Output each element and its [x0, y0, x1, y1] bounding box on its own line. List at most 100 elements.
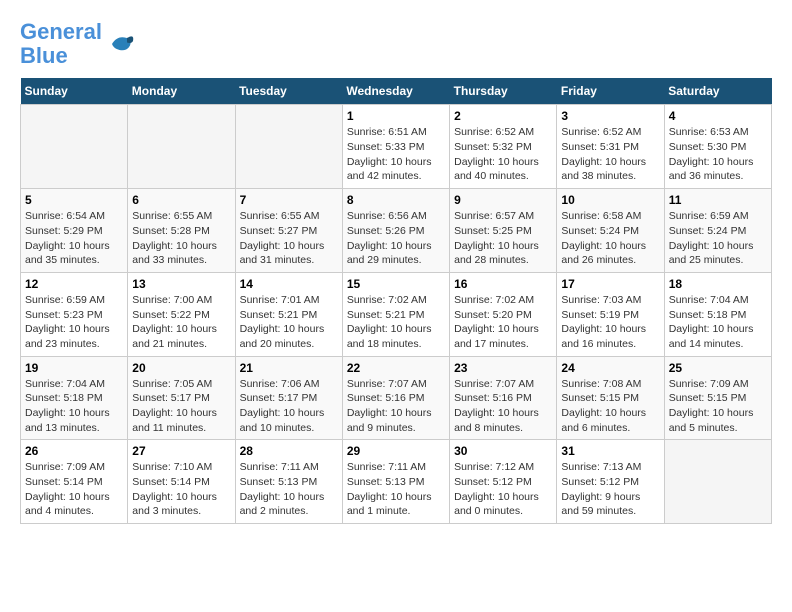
calendar-cell: 13 Sunrise: 7:00 AM Sunset: 5:22 PM Dayli…: [128, 272, 235, 356]
calendar-cell: 9 Sunrise: 6:57 AM Sunset: 5:25 PM Daylig…: [450, 189, 557, 273]
day-info: Sunrise: 6:52 AM Sunset: 5:32 PM Dayligh…: [454, 125, 552, 184]
calendar-cell: 30 Sunrise: 7:12 AM Sunset: 5:12 PM Dayli…: [450, 440, 557, 524]
day-info: Sunrise: 7:13 AM Sunset: 5:12 PM Dayligh…: [561, 460, 659, 519]
logo-general: General: [20, 19, 102, 44]
week-row-4: 19 Sunrise: 7:04 AM Sunset: 5:18 PM Dayli…: [21, 356, 772, 440]
calendar-cell: 18 Sunrise: 7:04 AM Sunset: 5:18 PM Dayli…: [664, 272, 771, 356]
calendar-cell: 2 Sunrise: 6:52 AM Sunset: 5:32 PM Daylig…: [450, 105, 557, 189]
day-info: Sunrise: 6:58 AM Sunset: 5:24 PM Dayligh…: [561, 209, 659, 268]
day-number: 8: [347, 193, 445, 207]
day-number: 25: [669, 361, 767, 375]
calendar-cell: 7 Sunrise: 6:55 AM Sunset: 5:27 PM Daylig…: [235, 189, 342, 273]
page: General Blue SundayMondayTuesdayWednesda…: [0, 0, 792, 534]
day-info: Sunrise: 6:51 AM Sunset: 5:33 PM Dayligh…: [347, 125, 445, 184]
day-info: Sunrise: 6:55 AM Sunset: 5:28 PM Dayligh…: [132, 209, 230, 268]
calendar-cell: 8Sunrise: 6:56 AM Sunset: 5:26 PM Daylig…: [342, 189, 449, 273]
calendar-cell: 15Sunrise: 7:02 AM Sunset: 5:21 PM Dayli…: [342, 272, 449, 356]
col-header-tuesday: Tuesday: [235, 78, 342, 105]
day-number: 17: [561, 277, 659, 291]
col-header-monday: Monday: [128, 78, 235, 105]
day-info: Sunrise: 6:52 AM Sunset: 5:31 PM Dayligh…: [561, 125, 659, 184]
calendar-cell: 11 Sunrise: 6:59 AM Sunset: 5:24 PM Dayli…: [664, 189, 771, 273]
day-number: 7: [240, 193, 338, 207]
day-info: Sunrise: 7:01 AM Sunset: 5:21 PM Dayligh…: [240, 293, 338, 352]
day-info: Sunrise: 7:11 AM Sunset: 5:13 PM Dayligh…: [347, 460, 445, 519]
week-row-2: 5Sunrise: 6:54 AM Sunset: 5:29 PM Daylig…: [21, 189, 772, 273]
day-info: Sunrise: 7:10 AM Sunset: 5:14 PM Dayligh…: [132, 460, 230, 519]
day-number: 6: [132, 193, 230, 207]
day-info: Sunrise: 7:11 AM Sunset: 5:13 PM Dayligh…: [240, 460, 338, 519]
week-row-5: 26 Sunrise: 7:09 AM Sunset: 5:14 PM Dayli…: [21, 440, 772, 524]
calendar-cell: 27 Sunrise: 7:10 AM Sunset: 5:14 PM Dayli…: [128, 440, 235, 524]
calendar-cell: 24Sunrise: 7:08 AM Sunset: 5:15 PM Dayli…: [557, 356, 664, 440]
day-number: 9: [454, 193, 552, 207]
header: General Blue: [20, 20, 772, 68]
day-number: 19: [25, 361, 123, 375]
day-info: Sunrise: 7:07 AM Sunset: 5:16 PM Dayligh…: [347, 377, 445, 436]
calendar-cell: 29 Sunrise: 7:11 AM Sunset: 5:13 PM Dayli…: [342, 440, 449, 524]
calendar-cell: [21, 105, 128, 189]
day-number: 26: [25, 444, 123, 458]
calendar-cell: 25 Sunrise: 7:09 AM Sunset: 5:15 PM Dayli…: [664, 356, 771, 440]
day-info: Sunrise: 7:12 AM Sunset: 5:12 PM Dayligh…: [454, 460, 552, 519]
day-info: Sunrise: 6:59 AM Sunset: 5:24 PM Dayligh…: [669, 209, 767, 268]
calendar-cell: 22Sunrise: 7:07 AM Sunset: 5:16 PM Dayli…: [342, 356, 449, 440]
day-number: 2: [454, 109, 552, 123]
col-header-saturday: Saturday: [664, 78, 771, 105]
calendar-cell: 3 Sunrise: 6:52 AM Sunset: 5:31 PM Daylig…: [557, 105, 664, 189]
col-header-friday: Friday: [557, 78, 664, 105]
calendar-cell: 10 Sunrise: 6:58 AM Sunset: 5:24 PM Dayli…: [557, 189, 664, 273]
col-header-sunday: Sunday: [21, 78, 128, 105]
day-number: 10: [561, 193, 659, 207]
calendar-cell: 6 Sunrise: 6:55 AM Sunset: 5:28 PM Daylig…: [128, 189, 235, 273]
day-number: 28: [240, 444, 338, 458]
logo-bird-icon: [106, 29, 136, 59]
calendar-cell: 20Sunrise: 7:05 AM Sunset: 5:17 PM Dayli…: [128, 356, 235, 440]
day-info: Sunrise: 7:05 AM Sunset: 5:17 PM Dayligh…: [132, 377, 230, 436]
day-number: 23: [454, 361, 552, 375]
calendar-cell: 21Sunrise: 7:06 AM Sunset: 5:17 PM Dayli…: [235, 356, 342, 440]
day-info: Sunrise: 7:02 AM Sunset: 5:21 PM Dayligh…: [347, 293, 445, 352]
day-info: Sunrise: 7:07 AM Sunset: 5:16 PM Dayligh…: [454, 377, 552, 436]
calendar-cell: [235, 105, 342, 189]
logo: General Blue: [20, 20, 136, 68]
day-number: 11: [669, 193, 767, 207]
day-info: Sunrise: 7:03 AM Sunset: 5:19 PM Dayligh…: [561, 293, 659, 352]
day-info: Sunrise: 6:57 AM Sunset: 5:25 PM Dayligh…: [454, 209, 552, 268]
day-info: Sunrise: 6:55 AM Sunset: 5:27 PM Dayligh…: [240, 209, 338, 268]
day-number: 18: [669, 277, 767, 291]
day-number: 1: [347, 109, 445, 123]
day-number: 30: [454, 444, 552, 458]
calendar-cell: 14 Sunrise: 7:01 AM Sunset: 5:21 PM Dayli…: [235, 272, 342, 356]
calendar-cell: 12Sunrise: 6:59 AM Sunset: 5:23 PM Dayli…: [21, 272, 128, 356]
day-number: 3: [561, 109, 659, 123]
col-header-wednesday: Wednesday: [342, 78, 449, 105]
calendar-cell: 1 Sunrise: 6:51 AM Sunset: 5:33 PM Daylig…: [342, 105, 449, 189]
day-number: 27: [132, 444, 230, 458]
calendar-cell: [664, 440, 771, 524]
day-info: Sunrise: 7:04 AM Sunset: 5:18 PM Dayligh…: [669, 293, 767, 352]
calendar-cell: [128, 105, 235, 189]
logo-blue: Blue: [20, 43, 68, 68]
day-info: Sunrise: 7:04 AM Sunset: 5:18 PM Dayligh…: [25, 377, 123, 436]
day-number: 31: [561, 444, 659, 458]
day-number: 13: [132, 277, 230, 291]
day-number: 29: [347, 444, 445, 458]
day-info: Sunrise: 6:54 AM Sunset: 5:29 PM Dayligh…: [25, 209, 123, 268]
calendar-cell: 4Sunrise: 6:53 AM Sunset: 5:30 PM Daylig…: [664, 105, 771, 189]
day-number: 14: [240, 277, 338, 291]
calendar-table: SundayMondayTuesdayWednesdayThursdayFrid…: [20, 78, 772, 524]
calendar-cell: 19 Sunrise: 7:04 AM Sunset: 5:18 PM Dayli…: [21, 356, 128, 440]
day-info: Sunrise: 6:53 AM Sunset: 5:30 PM Dayligh…: [669, 125, 767, 184]
day-number: 12: [25, 277, 123, 291]
day-info: Sunrise: 7:08 AM Sunset: 5:15 PM Dayligh…: [561, 377, 659, 436]
day-info: Sunrise: 7:00 AM Sunset: 5:22 PM Dayligh…: [132, 293, 230, 352]
day-number: 21: [240, 361, 338, 375]
day-info: Sunrise: 7:09 AM Sunset: 5:15 PM Dayligh…: [669, 377, 767, 436]
col-header-thursday: Thursday: [450, 78, 557, 105]
calendar-cell: 23 Sunrise: 7:07 AM Sunset: 5:16 PM Dayli…: [450, 356, 557, 440]
calendar-cell: 5Sunrise: 6:54 AM Sunset: 5:29 PM Daylig…: [21, 189, 128, 273]
day-info: Sunrise: 7:09 AM Sunset: 5:14 PM Dayligh…: [25, 460, 123, 519]
day-number: 16: [454, 277, 552, 291]
calendar-body: 1 Sunrise: 6:51 AM Sunset: 5:33 PM Daylig…: [21, 105, 772, 524]
